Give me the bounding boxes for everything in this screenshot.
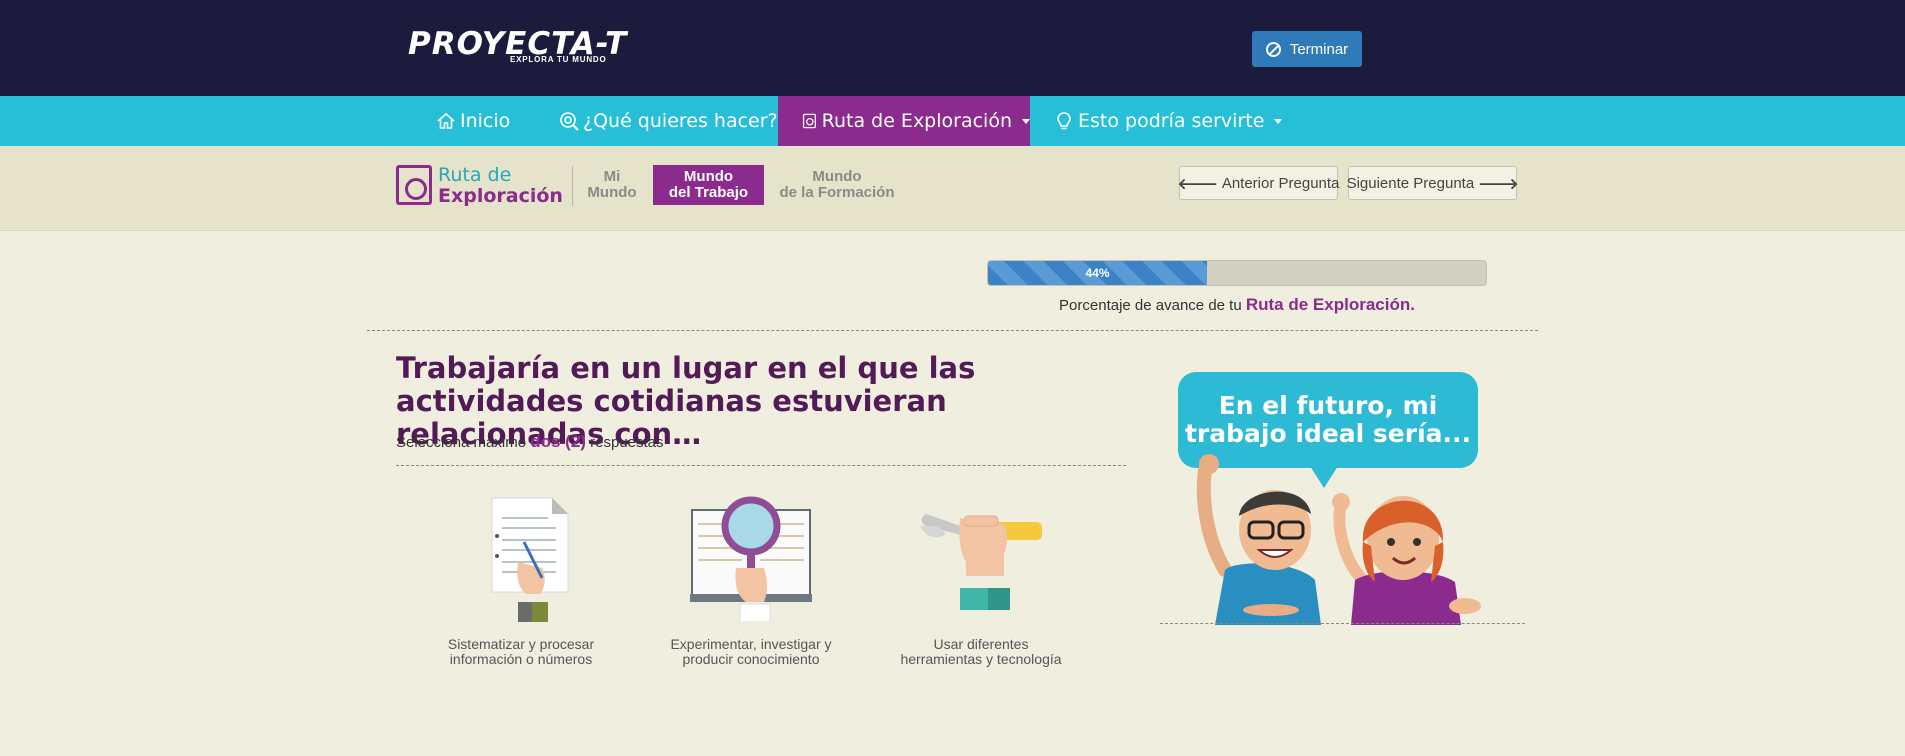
next-question-button[interactable]: Siguiente Pregunta 🡒 [1346,166,1519,200]
tab-mundo-del-trabajo[interactable]: Mundo del Trabajo [653,165,764,205]
caption-prefix: Porcentaje de avance de tu [1059,297,1242,314]
option-line1: Usar diferentes [933,636,1029,652]
progress-fill: 44% [988,261,1208,285]
tab-line1: Mi [603,168,621,185]
bubble-line1: En el futuro, mi [1218,391,1438,420]
tab-mundo-de-la-formacion[interactable]: Mundo de la Formación [774,165,900,205]
option-experimentar[interactable]: Experimentar, investigar y producir cono… [651,496,851,667]
divider [1160,623,1525,624]
nav-item-que-quieres-hacer[interactable]: ¿Qué quieres hacer? [559,96,778,146]
option-line1: Experimentar, investigar y [670,636,832,652]
brand-line1: Ruta de [438,164,512,186]
option-line1: Sistematizar y procesar [447,636,595,652]
kids-illustration [1196,454,1481,625]
tab-mi-mundo[interactable]: Mi Mundo [582,165,642,205]
tab-line1: Mundo [683,168,734,185]
next-label: Siguiente Pregunta [1346,174,1475,192]
option-line2: herramientas y tecnología [900,651,1062,667]
prev-label: Anterior Pregunta [1221,174,1340,192]
progress-caption: Porcentaje de avance de tu Ruta de Explo… [987,295,1487,315]
ruta-brand: Ruta de Exploración [396,165,563,207]
arrow-right-icon: 🡒 [1478,175,1519,193]
wrench-tool-icon [920,514,1042,610]
finish-label: Terminar [1289,40,1349,58]
nav-label: Inicio [460,110,511,132]
option-line2: información o números [449,651,593,667]
ban-icon [1265,41,1281,57]
arrow-left-icon: 🡐 [1177,175,1218,193]
brand-line2: Exploración [438,185,563,207]
main-nav: Inicio ¿Qué quieres hacer? Ruta de Explo… [0,96,1905,146]
nav-item-esto-podria-servirte[interactable]: Esto podría servirte [1054,96,1283,146]
search-target-icon [560,112,579,131]
divider [572,166,573,206]
tab-line2: del Trabajo [668,184,749,201]
nav-label: Esto podría servirte [1078,110,1265,132]
proyectat-logo[interactable]: PROYECTA-T EXPLORA TU MUNDO [408,28,634,68]
divider [367,330,1538,331]
nav-item-inicio[interactable]: Inicio [436,96,510,146]
instruction-bold: dos (2) [530,432,586,451]
divider [396,465,1126,466]
nav-item-ruta-exploracion[interactable]: Ruta de Exploración [778,96,1030,146]
tab-line2: Mundo [587,184,637,201]
caption-bold: Ruta de Exploración. [1245,295,1415,314]
logo-tagline: EXPLORA TU MUNDO [510,55,607,64]
magnifying-glass-book-icon [690,496,812,623]
option-herramientas[interactable]: Usar diferentes herramientas y tecnologí… [881,496,1081,667]
route-icon [802,113,816,129]
question-instruction: Selecciona máximo dos (2) respuestas [396,432,664,452]
nav-label: Ruta de Exploración [821,110,1012,132]
finish-button[interactable]: Terminar [1252,31,1362,67]
bubble-line2: trabajo ideal sería... [1184,419,1472,448]
home-icon [437,112,455,129]
option-line2: producir conocimiento [682,651,820,667]
progress-bar: 44% [987,260,1487,286]
lightbulb-icon [1057,112,1071,130]
nav-label: ¿Qué quieres hacer? [583,110,778,132]
document-writing-icon [491,497,569,622]
previous-question-button[interactable]: 🡐 Anterior Pregunta [1177,166,1340,200]
top-header: PROYECTA-T EXPLORA TU MUNDO Terminar [0,0,1905,96]
sub-header: Ruta de Exploración Mi Mundo Mundo del Tra… [0,146,1905,231]
tab-line2: de la Formación [779,184,895,201]
route-icon [396,165,432,205]
option-sistematizar[interactable]: Sistematizar y procesar información o nú… [421,496,621,667]
tab-line1: Mundo [812,168,862,185]
instruction-prefix: Selecciona máximo [396,434,527,451]
chevron-down-icon [1022,118,1030,124]
progress-label: 44% [1085,266,1110,280]
instruction-suffix: respuestas [590,434,664,451]
chevron-down-icon [1274,118,1283,124]
